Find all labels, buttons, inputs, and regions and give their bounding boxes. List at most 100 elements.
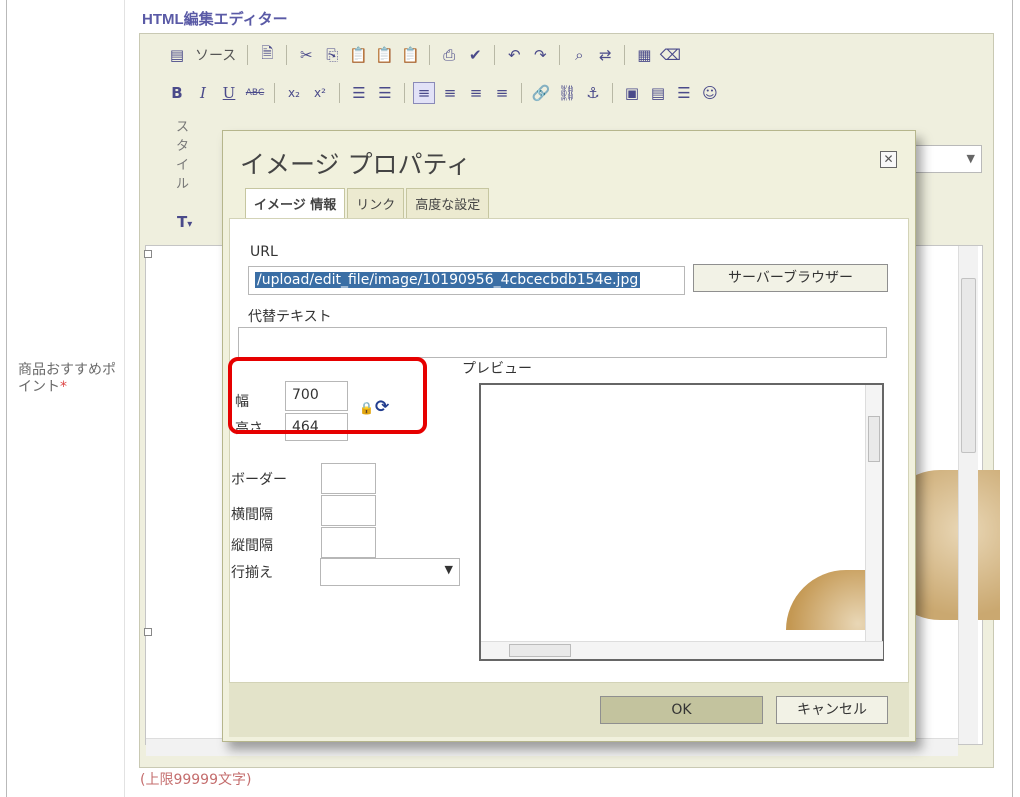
toolbar-separator [494, 45, 496, 65]
style-label: ス タ イ ル [176, 118, 192, 194]
server-browser-button[interactable]: サーバーブラウザー [693, 264, 888, 292]
align-select[interactable]: ▼ [320, 558, 460, 586]
column-divider [124, 0, 125, 797]
image-properties-dialog: イメージ プロパティ ✕ イメージ 情報 リンク 高度な設定 URL /uplo… [222, 130, 916, 742]
editor-title: HTML編集エディター [142, 11, 288, 28]
style-label-char: ス [176, 120, 190, 135]
url-input[interactable]: /upload/edit_file/image/10190956_4cbcecb… [248, 266, 685, 295]
toolbar-separator [612, 83, 613, 103]
page-border-left [6, 0, 7, 797]
border-input[interactable] [321, 463, 376, 494]
toolbar-separator [624, 45, 626, 65]
hspace-input[interactable] [321, 495, 376, 526]
dialog-tabs: イメージ 情報 リンク 高度な設定 [245, 188, 490, 219]
preview-vertical-scrollbar[interactable] [865, 385, 882, 643]
underline-button[interactable]: U [218, 82, 240, 104]
dialog-title: イメージ プロパティ [240, 150, 471, 179]
align-center-icon[interactable]: ≡ [439, 82, 461, 104]
preview-horizontal-scrollbar[interactable] [481, 641, 883, 659]
new-page-icon[interactable]: 🗎 [256, 44, 278, 66]
alt-text-input[interactable] [238, 327, 887, 358]
alt-text-label: 代替テキスト [248, 309, 332, 325]
ok-button[interactable]: OK [600, 696, 763, 724]
chevron-down-icon: ▼ [966, 152, 975, 165]
strike-button[interactable]: ABC [244, 82, 266, 104]
highlight-box [228, 357, 427, 434]
redo-icon[interactable]: ↷ [529, 44, 551, 66]
spellcheck-icon[interactable]: ✔ [464, 44, 486, 66]
toolbar-separator [286, 45, 288, 65]
text-color-button[interactable]: T▾ [177, 213, 192, 231]
bold-button[interactable]: B [166, 82, 188, 104]
paste-icon[interactable]: 📋 [347, 44, 369, 66]
remove-format-icon[interactable]: ⌫ [659, 44, 681, 66]
preview-label: プレビュー [462, 361, 532, 377]
scrollbar-thumb[interactable] [868, 416, 880, 462]
required-mark: * [60, 379, 67, 395]
chevron-down-icon: ▼ [444, 563, 453, 576]
vspace-label: 縦間隔 [231, 538, 273, 554]
close-icon[interactable]: ✕ [880, 151, 897, 168]
align-label: 行揃え [231, 565, 273, 581]
cut-icon[interactable]: ✂ [295, 44, 317, 66]
replace-icon[interactable]: ⇄ [594, 44, 616, 66]
numbered-list-icon[interactable]: ☰ [348, 82, 370, 104]
superscript-button[interactable]: x² [309, 82, 331, 104]
horizontal-rule-icon[interactable]: ☰ [673, 82, 695, 104]
preview-pane [479, 383, 884, 661]
source-icon[interactable]: ▤ [166, 44, 188, 66]
cancel-button[interactable]: キャンセル [776, 696, 888, 724]
style-label-char: イ [176, 158, 190, 173]
italic-button[interactable]: I [192, 82, 214, 104]
tab-image-info[interactable]: イメージ 情報 [245, 188, 346, 219]
page-border-right [1012, 0, 1013, 797]
undo-icon[interactable]: ↶ [503, 44, 525, 66]
resize-handle[interactable] [144, 250, 152, 258]
link-icon[interactable]: 🔗 [530, 82, 552, 104]
style-label-char: ル [176, 177, 190, 192]
paste-text-icon[interactable]: 📋 [373, 44, 395, 66]
paste-word-icon[interactable]: 📋 [399, 44, 421, 66]
justify-icon[interactable]: ≡ [491, 82, 513, 104]
url-value: /upload/edit_file/image/10190956_4cbcecb… [255, 272, 641, 288]
anchor-icon[interactable]: ⚓ [582, 82, 604, 104]
toolbar-separator [404, 83, 405, 103]
character-limit: (上限99999文字) [140, 772, 252, 788]
toolbar-separator [339, 83, 340, 103]
select-all-icon[interactable]: ▦ [633, 44, 655, 66]
smiley-icon[interactable]: ☺ [699, 82, 721, 104]
toolbar-separator [274, 83, 275, 103]
align-right-icon[interactable]: ≡ [465, 82, 487, 104]
border-label: ボーダー [231, 472, 287, 488]
image-icon[interactable]: ▣ [621, 82, 643, 104]
toolbar-separator [521, 83, 522, 103]
print-icon[interactable]: ⎙ [438, 44, 460, 66]
vspace-input[interactable] [321, 527, 376, 558]
field-label: 商品おすすめポイント* [18, 362, 128, 396]
scrollbar-thumb[interactable] [961, 278, 976, 453]
copy-icon[interactable]: ⎘ [321, 44, 343, 66]
chevron-down-icon: ▾ [187, 219, 193, 230]
subscript-button[interactable]: x₂ [283, 82, 305, 104]
toolbar-separator [429, 45, 431, 65]
editor-vertical-scrollbar[interactable] [958, 246, 978, 744]
find-icon[interactable]: ⌕ [568, 44, 590, 66]
unlink-icon[interactable]: ⛓ [556, 82, 578, 104]
style-label-char: タ [176, 139, 190, 154]
tab-advanced[interactable]: 高度な設定 [406, 188, 490, 218]
url-label: URL [250, 244, 278, 260]
source-button[interactable]: ソース [192, 45, 239, 65]
align-left-icon[interactable]: ≡ [413, 82, 435, 104]
bulleted-list-icon[interactable]: ☰ [374, 82, 396, 104]
toolbar-separator [247, 45, 249, 65]
toolbar-row-2: B I U ABC x₂ x² ☰ ☰ ≡ ≡ ≡ ≡ 🔗 ⛓ ⚓ ▣ ▤ ☰ … [166, 78, 721, 108]
toolbar-separator [559, 45, 561, 65]
hspace-label: 横間隔 [231, 507, 273, 523]
preview-image [786, 570, 866, 630]
text-color-label: T [177, 213, 188, 231]
resize-handle[interactable] [144, 628, 152, 636]
scrollbar-thumb[interactable] [509, 644, 571, 657]
toolbar-row-1: ▤ ソース 🗎 ✂ ⎘ 📋 📋 📋 ⎙ ✔ ↶ ↷ ⌕ ⇄ ▦ ⌫ [166, 40, 681, 70]
table-icon[interactable]: ▤ [647, 82, 669, 104]
tab-link[interactable]: リンク [347, 188, 405, 218]
